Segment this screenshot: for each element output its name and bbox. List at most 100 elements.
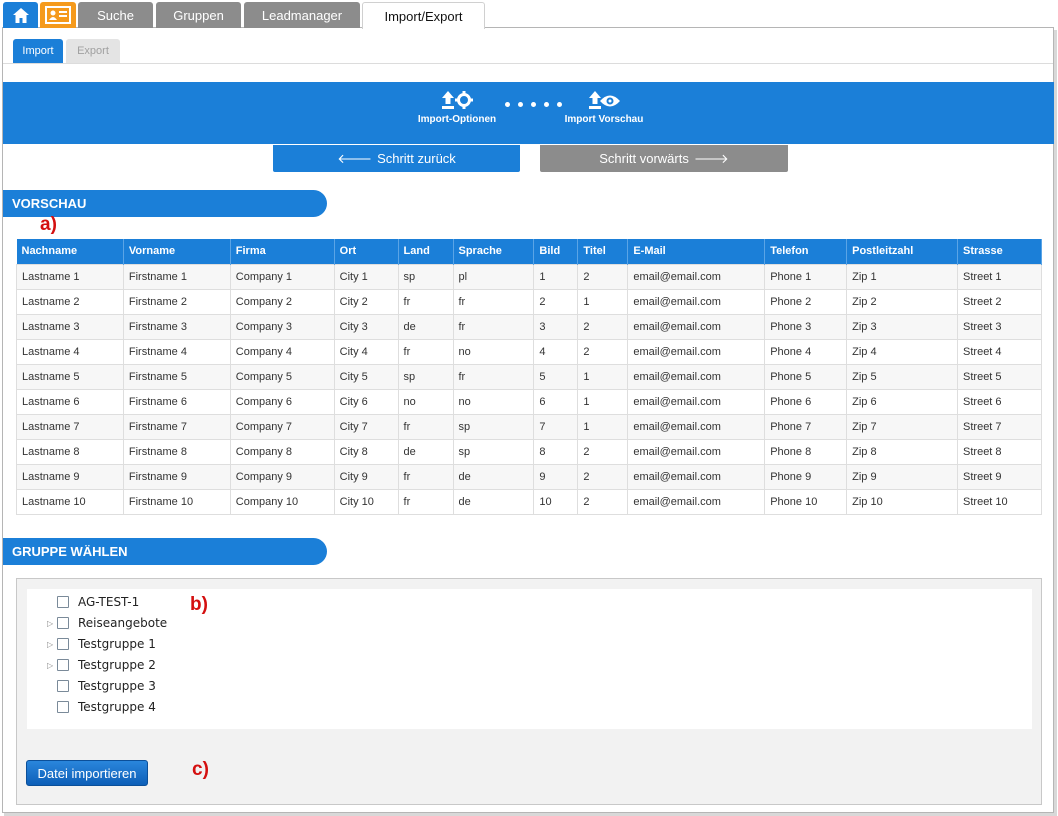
table-cell: Company 6 xyxy=(229,388,335,415)
table-cell: City 8 xyxy=(333,438,399,465)
table-cell: email@email.com xyxy=(627,413,766,440)
table-cell: fr xyxy=(452,363,535,390)
group-label: Testgruppe 2 xyxy=(78,658,156,672)
step-import-options-label: Import-Optionen xyxy=(417,114,497,125)
group-checkbox[interactable] xyxy=(57,659,69,671)
table-cell: 2 xyxy=(577,263,629,290)
table-cell: City 5 xyxy=(333,363,399,390)
group-checkbox[interactable] xyxy=(57,596,69,608)
table-cell: email@email.com xyxy=(627,388,766,415)
table-cell: Zip 5 xyxy=(846,363,959,390)
table-cell: Lastname 3 xyxy=(16,313,124,340)
subtab-import[interactable]: Import xyxy=(13,39,63,63)
group-checkbox[interactable] xyxy=(57,680,69,692)
subtab-export[interactable]: Export xyxy=(66,39,120,63)
column-header: Telefon xyxy=(764,239,848,264)
table-row: Lastname 8 Firstname 8 Company 8 City 8 de sp… xyxy=(16,438,1042,465)
table-cell: Lastname 10 xyxy=(16,488,124,515)
group-tree-item[interactable]: ▷ Testgruppe 2 xyxy=(47,656,156,674)
table-cell: de xyxy=(397,438,454,465)
column-header: Nachname xyxy=(16,239,124,264)
step-back-button[interactable]: 🡐 Schritt zurück xyxy=(273,145,520,172)
table-cell: 1 xyxy=(533,263,579,290)
table-cell: Lastname 6 xyxy=(16,388,124,415)
group-checkbox[interactable] xyxy=(57,617,69,629)
table-cell: fr xyxy=(397,288,454,315)
table-cell: 7 xyxy=(533,413,579,440)
arrow-right-icon: 🡒 xyxy=(693,150,729,166)
table-cell: sp xyxy=(397,263,454,290)
table-cell: 2 xyxy=(577,488,629,515)
table-cell: Street 7 xyxy=(957,413,1042,440)
table-cell: fr xyxy=(452,313,535,340)
table-cell: Company 8 xyxy=(229,438,335,465)
table-cell: Lastname 9 xyxy=(16,463,124,490)
table-cell: Company 3 xyxy=(229,313,335,340)
table-cell: no xyxy=(452,338,535,365)
table-cell: City 6 xyxy=(333,388,399,415)
column-header: Sprache xyxy=(453,239,535,264)
group-tree-item[interactable]: ▷ Testgruppe 1 xyxy=(47,635,156,653)
tab-import-export[interactable]: Import/Export xyxy=(362,2,485,29)
step-forward-button[interactable]: Schritt vorwärts 🡒 xyxy=(540,145,788,172)
table-cell: City 4 xyxy=(333,338,399,365)
group-tree-item[interactable]: Testgruppe 4 xyxy=(47,698,156,716)
column-header: E-Mail xyxy=(627,239,766,264)
table-cell: Zip 8 xyxy=(846,438,959,465)
table-cell: Street 6 xyxy=(957,388,1042,415)
preview-table-header: Nachname Vorname Firma Ort Land Sprache Bild Ti… xyxy=(16,239,1042,264)
table-cell: Street 3 xyxy=(957,313,1042,340)
table-cell: Zip 10 xyxy=(846,488,959,515)
contacts-tab[interactable] xyxy=(40,2,76,28)
annotation-marker-a: a) xyxy=(40,214,57,235)
tab-leadmanager[interactable]: Leadmanager xyxy=(244,2,360,28)
table-cell: Phone 9 xyxy=(764,463,848,490)
group-checkbox[interactable] xyxy=(57,638,69,650)
table-cell: pl xyxy=(452,263,535,290)
table-cell: Street 1 xyxy=(957,263,1042,290)
table-cell: Phone 2 xyxy=(764,288,848,315)
table-cell: Lastname 4 xyxy=(16,338,124,365)
frame-shadow-right xyxy=(1054,30,1057,816)
table-cell: fr xyxy=(397,488,454,515)
table-cell: Firstname 8 xyxy=(122,438,231,465)
step-back-label: Schritt zurück xyxy=(377,151,456,166)
group-tree-item[interactable]: ▷ Reiseangebote xyxy=(47,614,167,632)
table-row: Lastname 2 Firstname 2 Company 2 City 2 fr fr… xyxy=(16,288,1042,315)
import-file-button[interactable]: Datei importieren xyxy=(26,760,148,786)
expand-arrow-icon[interactable]: ▷ xyxy=(47,661,57,670)
table-cell: City 7 xyxy=(333,413,399,440)
group-checkbox[interactable] xyxy=(57,701,69,713)
table-cell: City 3 xyxy=(333,313,399,340)
table-cell: Lastname 7 xyxy=(16,413,124,440)
table-cell: 9 xyxy=(533,463,579,490)
table-row: Lastname 4 Firstname 4 Company 4 City 4 fr no… xyxy=(16,338,1042,365)
table-cell: 2 xyxy=(577,338,629,365)
group-tree-item[interactable]: AG-TEST-1 xyxy=(47,593,139,611)
expand-arrow-icon[interactable]: ▷ xyxy=(47,619,57,628)
table-cell: Lastname 5 xyxy=(16,363,124,390)
column-header: Land xyxy=(398,239,454,264)
expand-arrow-icon[interactable]: ▷ xyxy=(47,640,57,649)
table-cell: Firstname 10 xyxy=(122,488,231,515)
group-tree-item[interactable]: Testgruppe 3 xyxy=(47,677,156,695)
table-cell: Street 10 xyxy=(957,488,1042,515)
step-import-preview[interactable]: Import Vorschau xyxy=(554,88,654,125)
table-cell: 2 xyxy=(577,438,629,465)
table-cell: Company 2 xyxy=(229,288,335,315)
table-cell: Lastname 8 xyxy=(16,438,124,465)
table-cell: sp xyxy=(452,438,535,465)
step-import-options[interactable]: Import-Optionen xyxy=(407,88,507,125)
table-cell: City 10 xyxy=(333,488,399,515)
table-cell: 2 xyxy=(577,463,629,490)
table-row: Lastname 3 Firstname 3 Company 3 City 3 de fr… xyxy=(16,313,1042,340)
tab-suche[interactable]: Suche xyxy=(78,2,153,28)
table-cell: de xyxy=(452,488,535,515)
home-tab[interactable] xyxy=(3,2,38,28)
group-section-title: GRUPPE WÄHLEN xyxy=(12,544,128,559)
group-label: Testgruppe 4 xyxy=(78,700,156,714)
tab-gruppen[interactable]: Gruppen xyxy=(156,2,241,28)
table-cell: Company 7 xyxy=(229,413,335,440)
table-cell: Firstname 4 xyxy=(122,338,231,365)
table-cell: Company 4 xyxy=(229,338,335,365)
